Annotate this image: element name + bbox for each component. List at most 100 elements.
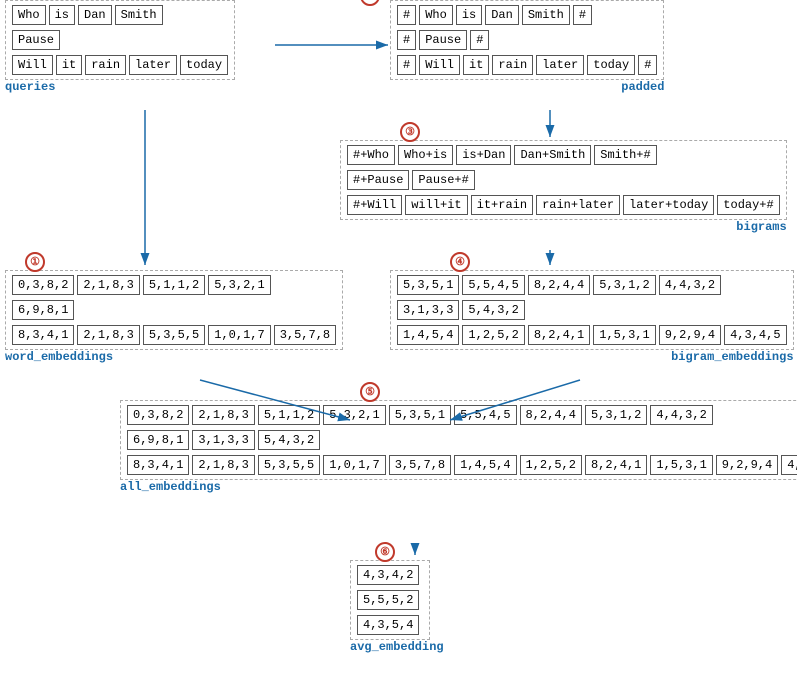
token: 0,3,8,2 bbox=[12, 275, 74, 295]
token: 2,1,8,3 bbox=[192, 405, 254, 425]
word-embeddings-section: ① 0,3,8,22,1,8,35,1,1,25,3,2,1 6,9,8,1 8… bbox=[5, 270, 343, 364]
token: 3,5,7,8 bbox=[389, 455, 451, 475]
token: # bbox=[638, 55, 657, 75]
bigram-embeddings-section: ④ 5,3,5,15,5,4,58,2,4,45,3,1,24,4,3,2 3,… bbox=[390, 270, 794, 364]
token: will+it bbox=[405, 195, 467, 215]
token: Who+is bbox=[398, 145, 453, 165]
token: later+today bbox=[623, 195, 714, 215]
token: 5,3,2,1 bbox=[323, 405, 385, 425]
token: 8,3,4,1 bbox=[127, 455, 189, 475]
token: 9,2,9,4 bbox=[716, 455, 778, 475]
token: is bbox=[49, 5, 75, 25]
token: # bbox=[470, 30, 489, 50]
token: today+# bbox=[717, 195, 779, 215]
token: 8,2,4,1 bbox=[528, 325, 590, 345]
token: is bbox=[456, 5, 482, 25]
all-emb-row-1: 0,3,8,22,1,8,35,1,1,25,3,2,15,3,5,15,5,4… bbox=[127, 405, 797, 425]
token: Dan+Smith bbox=[514, 145, 591, 165]
queries-box: WhoisDanSmith Pause Willitrainlatertoday bbox=[5, 0, 235, 80]
avg-emb-row-3: 4,3,5,4 bbox=[357, 615, 423, 635]
token: 1,5,3,1 bbox=[593, 325, 655, 345]
token: Will bbox=[419, 55, 460, 75]
token: rain bbox=[85, 55, 126, 75]
token: 4,4,3,2 bbox=[650, 405, 712, 425]
step-2-circle: ② bbox=[360, 0, 380, 6]
bigram-emb-row-3: 1,4,5,41,2,5,28,2,4,11,5,3,19,2,9,44,3,4… bbox=[397, 325, 787, 345]
token: rain+later bbox=[536, 195, 620, 215]
query-row-2: Pause bbox=[12, 30, 228, 50]
step-5-circle: ⑤ bbox=[360, 382, 380, 402]
avg-emb-row-2: 5,5,5,2 bbox=[357, 590, 423, 610]
token: 1,2,5,2 bbox=[520, 455, 582, 475]
bigrams-box: #+WhoWho+isis+DanDan+SmithSmith+# #+Paus… bbox=[340, 140, 787, 220]
token: 5,5,4,5 bbox=[454, 405, 516, 425]
token: # bbox=[397, 30, 416, 50]
token: 5,3,2,1 bbox=[208, 275, 270, 295]
token: rain bbox=[492, 55, 533, 75]
token: 2,1,8,3 bbox=[192, 455, 254, 475]
token: 8,2,4,4 bbox=[520, 405, 582, 425]
bigram-emb-row-1: 5,3,5,15,5,4,58,2,4,45,3,1,24,4,3,2 bbox=[397, 275, 787, 295]
token: Who bbox=[419, 5, 453, 25]
token: it+rain bbox=[471, 195, 533, 215]
token: 1,5,3,1 bbox=[650, 455, 712, 475]
token: 9,2,9,4 bbox=[659, 325, 721, 345]
query-row-3: Willitrainlatertoday bbox=[12, 55, 228, 75]
token: 4,3,4,2 bbox=[357, 565, 419, 585]
word-embeddings-box: 0,3,8,22,1,8,35,1,1,25,3,2,1 6,9,8,1 8,3… bbox=[5, 270, 343, 350]
token: 5,3,1,2 bbox=[593, 275, 655, 295]
bigrams-row-3: #+Willwill+itit+rainrain+laterlater+toda… bbox=[347, 195, 780, 215]
token: it bbox=[463, 55, 489, 75]
word-embeddings-label: word_embeddings bbox=[5, 350, 343, 364]
token: 1,0,1,7 bbox=[208, 325, 270, 345]
token: it bbox=[56, 55, 82, 75]
token: 5,4,3,2 bbox=[258, 430, 320, 450]
token: Who bbox=[12, 5, 46, 25]
token: Pause+# bbox=[412, 170, 474, 190]
token: later bbox=[536, 55, 584, 75]
token: Pause bbox=[419, 30, 467, 50]
token: 1,2,5,2 bbox=[462, 325, 524, 345]
token: 8,2,4,1 bbox=[585, 455, 647, 475]
token: 5,3,5,1 bbox=[397, 275, 459, 295]
padded-row-2: #Pause# bbox=[397, 30, 657, 50]
bigrams-label: bigrams bbox=[340, 220, 787, 234]
token: #+Who bbox=[347, 145, 395, 165]
padded-box: #WhoisDanSmith# #Pause# #Willitrainlater… bbox=[390, 0, 664, 80]
token: 5,4,3,2 bbox=[462, 300, 524, 320]
bigrams-row-2: #+PausePause+# bbox=[347, 170, 780, 190]
token: 5,3,5,5 bbox=[143, 325, 205, 345]
token: Dan bbox=[78, 5, 112, 25]
token: today bbox=[587, 55, 635, 75]
all-embeddings-label: all_embeddings bbox=[120, 480, 797, 494]
token: 3,1,3,3 bbox=[397, 300, 459, 320]
token: 1,0,1,7 bbox=[323, 455, 385, 475]
queries-label: queries bbox=[5, 80, 235, 94]
padded-row-3: #Willitrainlatertoday# bbox=[397, 55, 657, 75]
step-1-circle: ① bbox=[25, 252, 45, 272]
token: 4,3,4,5 bbox=[781, 455, 797, 475]
token: 4,3,4,5 bbox=[724, 325, 786, 345]
token: #+Will bbox=[347, 195, 402, 215]
token: 4,3,5,4 bbox=[357, 615, 419, 635]
all-embeddings-section: ⑤ 0,3,8,22,1,8,35,1,1,25,3,2,15,3,5,15,5… bbox=[120, 400, 797, 494]
padded-row-1: #WhoisDanSmith# bbox=[397, 5, 657, 25]
token: 5,3,5,1 bbox=[389, 405, 451, 425]
token: 2,1,8,3 bbox=[77, 325, 139, 345]
token: 6,9,8,1 bbox=[12, 300, 74, 320]
token: # bbox=[573, 5, 592, 25]
all-emb-row-2: 6,9,8,13,1,3,35,4,3,2 bbox=[127, 430, 797, 450]
token: is+Dan bbox=[456, 145, 511, 165]
token: Smith+# bbox=[594, 145, 656, 165]
avg-embedding-label: avg_embedding bbox=[350, 640, 444, 654]
step-4-circle: ④ bbox=[450, 252, 470, 272]
query-row-1: WhoisDanSmith bbox=[12, 5, 228, 25]
token: # bbox=[397, 5, 416, 25]
token: #+Pause bbox=[347, 170, 409, 190]
token: 1,4,5,4 bbox=[397, 325, 459, 345]
step-6-circle: ⑥ bbox=[375, 542, 395, 562]
token: Smith bbox=[522, 5, 570, 25]
bigram-emb-row-2: 3,1,3,35,4,3,2 bbox=[397, 300, 787, 320]
token: 1,4,5,4 bbox=[454, 455, 516, 475]
avg-embedding-box: 4,3,4,2 5,5,5,2 4,3,5,4 bbox=[350, 560, 430, 640]
